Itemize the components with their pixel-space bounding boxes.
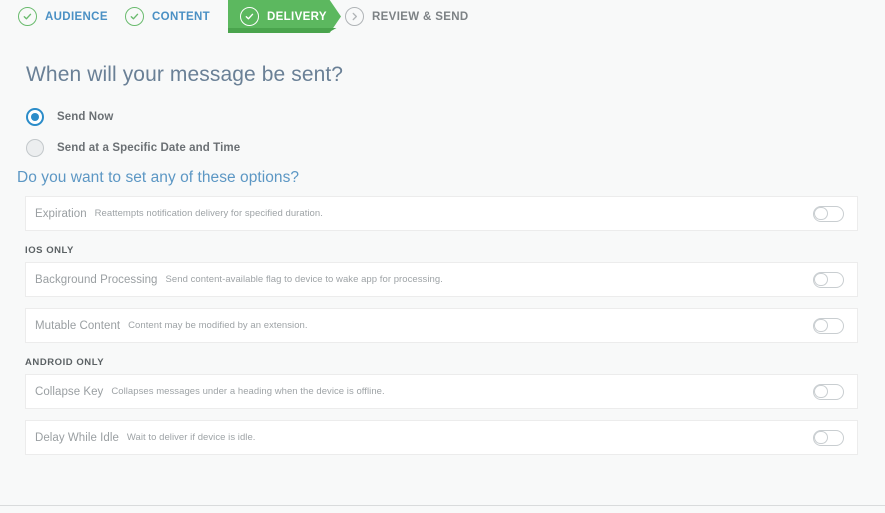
- group-label-ios-only: IOS ONLY: [25, 245, 74, 256]
- option-label: Mutable Content: [35, 319, 121, 332]
- option-row-mutable-content[interactable]: Mutable Content Content may be modified …: [25, 308, 858, 343]
- option-label: Background Processing: [35, 273, 158, 286]
- wizard-step-review-send-label: REVIEW & SEND: [372, 10, 469, 23]
- wizard-step-delivery[interactable]: DELIVERY: [228, 0, 327, 33]
- radio-option-send-now-label: Send Now: [57, 110, 114, 123]
- wizard-step-content[interactable]: CONTENT: [125, 0, 210, 33]
- toggle-collapse-key[interactable]: [813, 383, 844, 400]
- option-row-background-processing[interactable]: Background Processing Send content-avail…: [25, 262, 858, 297]
- schedule-radio-group: Send Now Send at a Specific Date and Tim…: [26, 101, 240, 163]
- radio-option-send-at-specific-time[interactable]: Send at a Specific Date and Time: [26, 132, 240, 163]
- toggle-mutable-content[interactable]: [813, 317, 844, 334]
- radio-option-send-now[interactable]: Send Now: [26, 101, 240, 132]
- radio-unselected-icon: [26, 138, 44, 157]
- wizard-step-content-label: CONTENT: [152, 10, 211, 23]
- page-title: When will your message be sent?: [26, 63, 344, 86]
- footer-divider: [0, 505, 885, 506]
- option-label: Expiration: [35, 207, 87, 220]
- check-circle-icon: [125, 7, 144, 26]
- option-description: Reattempts notification delivery for spe…: [94, 208, 323, 219]
- option-row-collapse-key[interactable]: Collapse Key Collapses messages under a …: [25, 374, 858, 409]
- option-row-expiration[interactable]: Expiration Reattempts notification deliv…: [25, 196, 858, 231]
- radio-selected-icon: [26, 107, 44, 126]
- option-description: Collapses messages under a heading when …: [111, 386, 385, 397]
- radio-option-send-at-specific-time-label: Send at a Specific Date and Time: [57, 141, 241, 154]
- toggle-delay-while-idle[interactable]: [813, 429, 844, 446]
- wizard-step-review-send[interactable]: REVIEW & SEND: [345, 0, 469, 33]
- option-label: Delay While Idle: [35, 431, 119, 444]
- wizard-step-audience-label: AUDIENCE: [45, 10, 108, 23]
- toggle-expiration[interactable]: [813, 205, 844, 222]
- option-description: Send content-available flag to device to…: [165, 274, 443, 285]
- wizard-step-audience[interactable]: AUDIENCE: [18, 0, 108, 33]
- delivery-options-list: Expiration Reattempts notification deliv…: [25, 196, 858, 466]
- options-section-title: Do you want to set any of these options?: [17, 169, 300, 186]
- chevron-right-circle-icon: [345, 7, 364, 26]
- option-description: Content may be modified by an extension.: [128, 320, 308, 331]
- toggle-background-processing[interactable]: [813, 271, 844, 288]
- check-circle-icon: [18, 7, 37, 26]
- option-row-delay-while-idle[interactable]: Delay While Idle Wait to deliver if devi…: [25, 420, 858, 455]
- group-label-android-only: ANDROID ONLY: [25, 357, 105, 368]
- check-circle-icon: [240, 7, 259, 26]
- option-label: Collapse Key: [35, 385, 104, 398]
- option-description: Wait to deliver if device is idle.: [126, 432, 256, 443]
- wizard-step-delivery-label: DELIVERY: [267, 10, 327, 23]
- wizard-step-bar: AUDIENCE CONTENT DELIVERY REVIEW & SEND: [0, 0, 885, 33]
